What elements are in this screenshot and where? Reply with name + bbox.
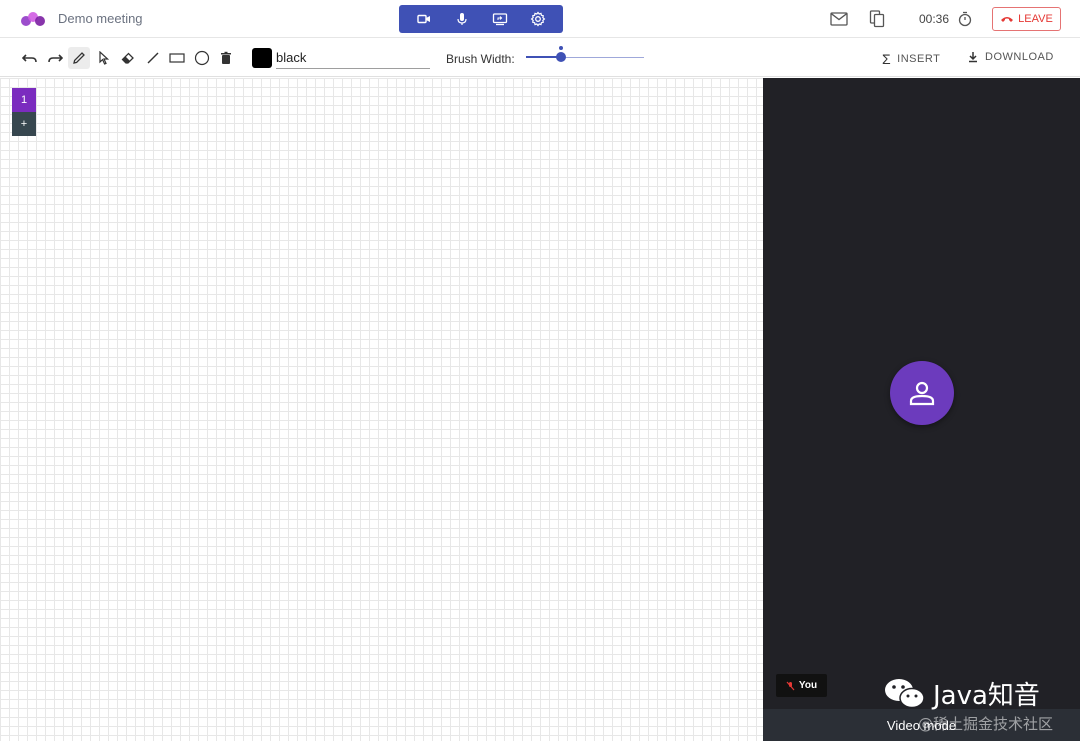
- pencil-tool[interactable]: [68, 47, 90, 69]
- camera-button[interactable]: [411, 6, 437, 32]
- brush-width-label: Brush Width:: [446, 52, 515, 66]
- mail-icon: [830, 12, 848, 26]
- watermark-subtext: @稀土掘金技术社区: [918, 715, 1054, 733]
- download-button[interactable]: DOWNLOAD: [967, 51, 1054, 63]
- mic-off-icon: [786, 681, 795, 690]
- copy-icon: [869, 10, 885, 28]
- invite-email-button[interactable]: [829, 9, 849, 29]
- leave-button[interactable]: LEAVE: [992, 7, 1061, 31]
- whiteboard-canvas[interactable]: [0, 78, 763, 741]
- gear-icon: [530, 11, 546, 27]
- meeting-title: Demo meeting: [58, 11, 143, 26]
- wechat-logo-icon: [885, 678, 925, 708]
- video-camera-icon: [417, 14, 430, 24]
- whiteboard-toolbar: Brush Width: Σ INSERT DOWNLOAD: [0, 39, 1080, 77]
- pencil-icon: [73, 52, 85, 64]
- media-controls: [399, 5, 563, 33]
- line-tool[interactable]: [142, 47, 164, 69]
- trash-icon: [221, 51, 231, 64]
- color-input[interactable]: [276, 47, 430, 69]
- line-icon: [147, 52, 159, 64]
- clear-button[interactable]: [215, 47, 237, 69]
- select-tool[interactable]: [93, 47, 115, 69]
- person-icon: [909, 381, 935, 406]
- stopwatch-icon: [958, 11, 972, 27]
- copy-link-button[interactable]: [867, 9, 887, 29]
- circle-icon: [194, 50, 210, 66]
- rectangle-tool[interactable]: [166, 47, 188, 69]
- watermark: Java知音: [883, 675, 1040, 712]
- insert-button[interactable]: Σ INSERT: [882, 51, 940, 67]
- meeting-timer: 00:36: [919, 12, 950, 26]
- sigma-icon: Σ: [882, 51, 892, 67]
- participant-name: You: [798, 680, 818, 691]
- participant-badge: You: [776, 674, 827, 697]
- settings-button[interactable]: [525, 6, 551, 32]
- eraser-icon: [121, 52, 134, 64]
- hang-up-icon: [1001, 17, 1014, 22]
- rectangle-icon: [169, 53, 185, 63]
- redo-icon: [48, 54, 63, 63]
- download-label: DOWNLOAD: [985, 51, 1054, 63]
- slider-thumb[interactable]: [556, 52, 566, 62]
- undo-button[interactable]: [19, 47, 41, 69]
- undo-icon: [22, 54, 37, 63]
- color-swatch[interactable]: [252, 48, 272, 68]
- brush-width-slider[interactable]: [526, 46, 644, 62]
- watermark-text: Java知音: [933, 681, 1040, 711]
- microphone-icon: [457, 13, 467, 25]
- cursor-arrow-icon: [99, 51, 110, 65]
- eraser-tool[interactable]: [117, 47, 139, 69]
- participant-avatar: [890, 361, 954, 425]
- top-bar: Demo meeting 00:36 LEAVE: [0, 0, 1080, 38]
- add-page-button[interactable]: +: [12, 112, 36, 136]
- slider-value-marker: [559, 46, 563, 50]
- download-icon: [969, 52, 977, 63]
- microphone-button[interactable]: [449, 6, 475, 32]
- screen-share-button[interactable]: [487, 6, 513, 32]
- screen-share-icon: [492, 13, 508, 26]
- page-1-button[interactable]: 1: [12, 88, 36, 112]
- app-root: Demo meeting 00:36 LEAVE black Brush Wid…: [0, 0, 1080, 741]
- redo-button[interactable]: [44, 47, 66, 69]
- app-logo-icon: [21, 12, 45, 26]
- circle-tool[interactable]: [191, 47, 213, 69]
- insert-label: INSERT: [897, 53, 941, 65]
- leave-label: LEAVE: [1018, 13, 1053, 25]
